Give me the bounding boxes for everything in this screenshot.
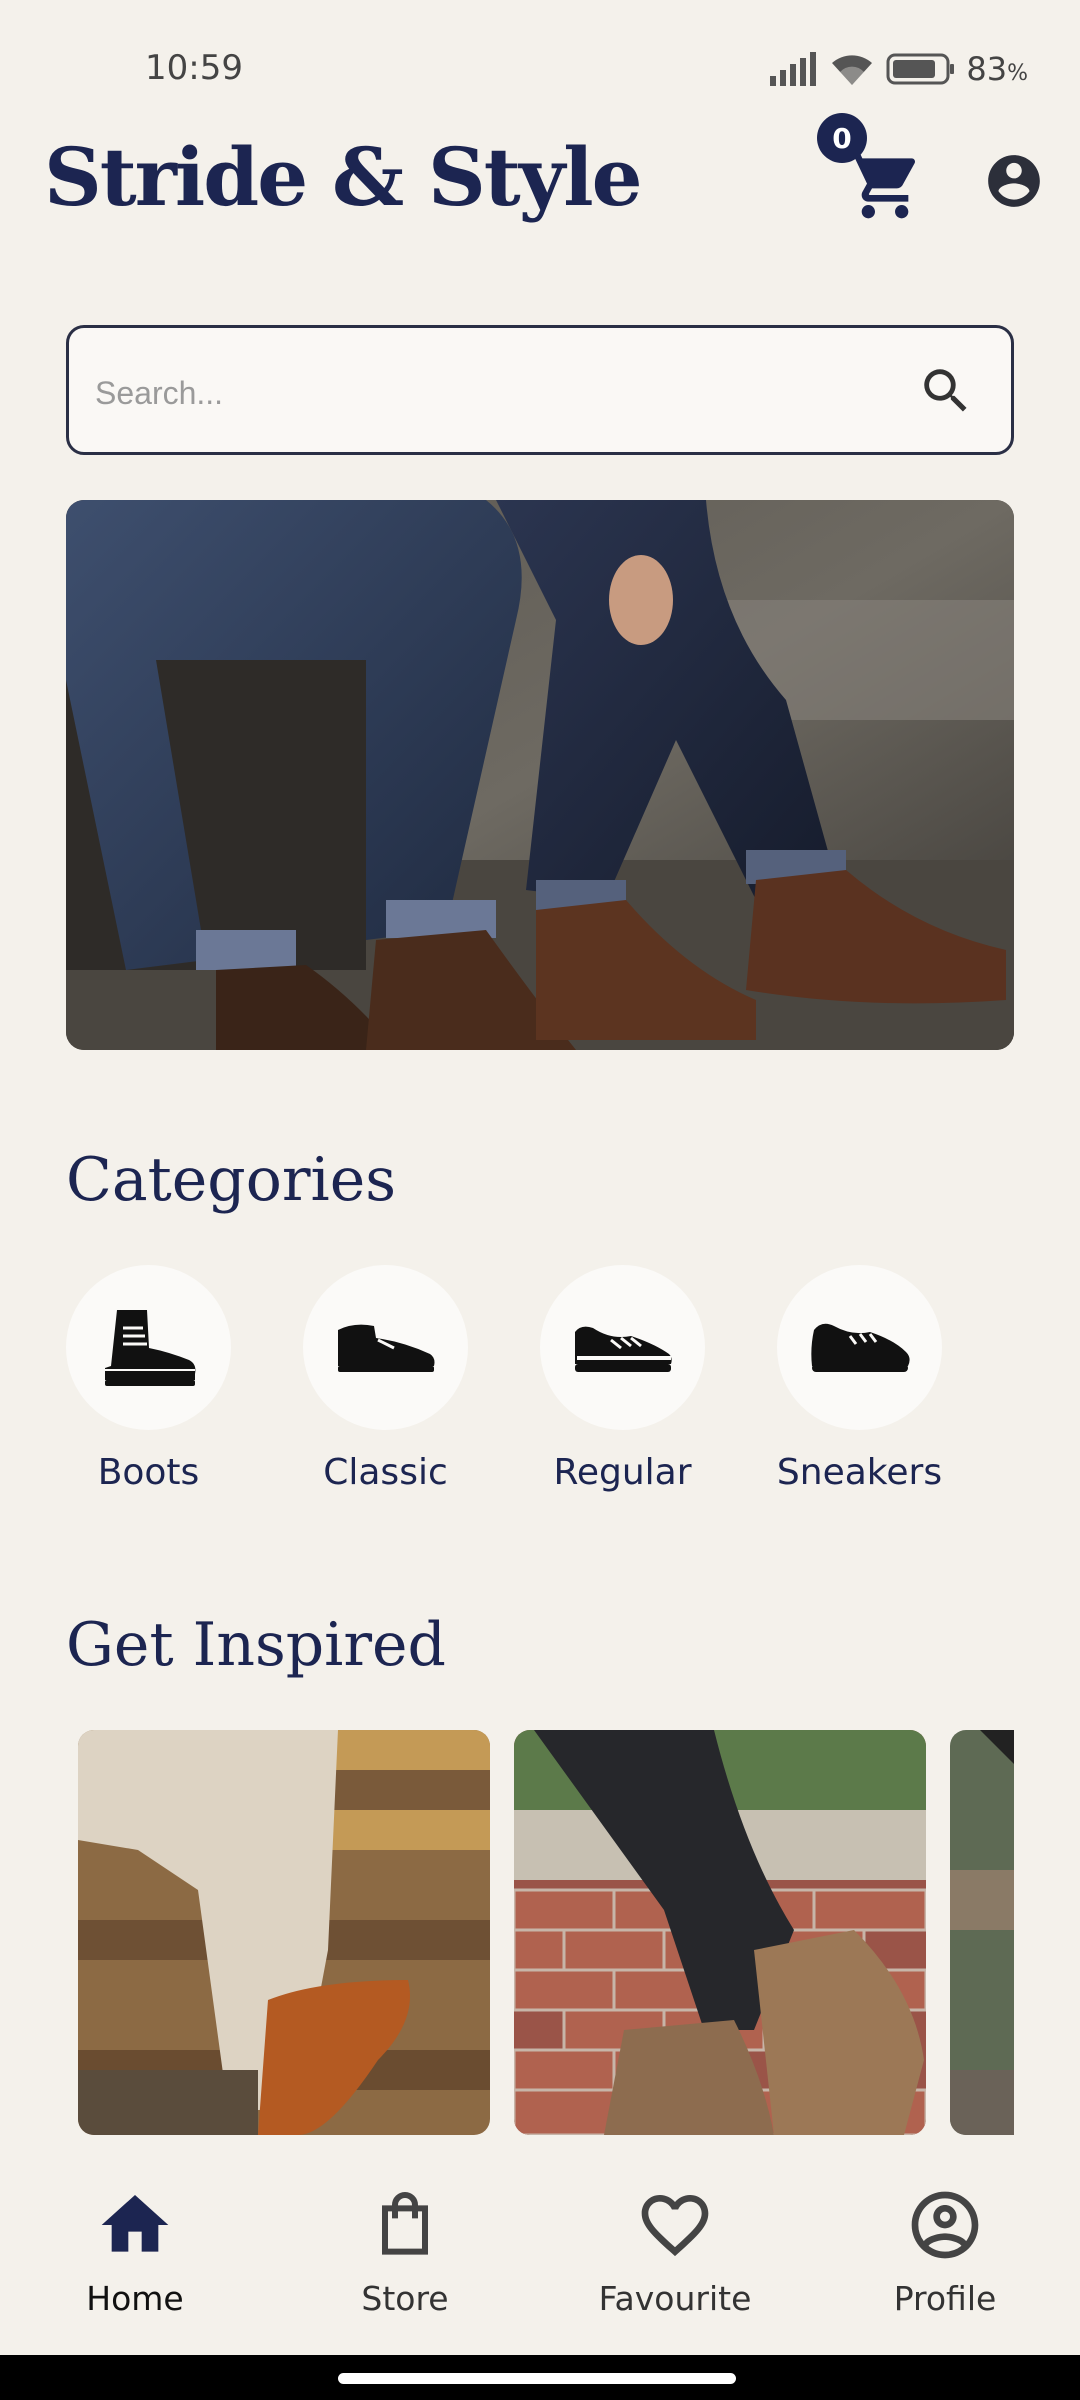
classic-shoe-icon — [337, 1324, 434, 1372]
nav-home[interactable]: Home — [35, 2185, 235, 2318]
category-icon-circle — [777, 1265, 942, 1430]
nav-label: Home — [86, 2279, 184, 2318]
category-icon-circle — [303, 1265, 468, 1430]
category-label: Sneakers — [776, 1452, 943, 1493]
nav-store[interactable]: Store — [305, 2185, 505, 2318]
app-title: Stride & Style — [44, 130, 643, 224]
status-time: 10:59 — [145, 48, 243, 88]
shopping-bag-icon — [382, 2192, 428, 2255]
signal-icon — [770, 52, 817, 86]
regular-shoe-icon — [574, 1326, 672, 1372]
heart-icon — [641, 2195, 709, 2257]
home-icon — [101, 2195, 169, 2252]
inspiration-card[interactable] — [950, 1730, 1014, 2135]
category-label: Boots — [97, 1452, 200, 1493]
status-bar: 10:59 83% — [0, 0, 1080, 140]
category-icon-circle — [66, 1265, 231, 1430]
status-icons: 83% — [768, 50, 1028, 88]
gesture-navigation-bar — [0, 2355, 1080, 2400]
category-regular[interactable]: Regular — [540, 1265, 705, 1493]
nav-label: Favourite — [598, 2279, 752, 2318]
nav-favourite[interactable]: Favourite — [575, 2185, 775, 2318]
search-input[interactable] — [95, 368, 875, 418]
nav-label: Profile — [893, 2279, 997, 2318]
category-boots[interactable]: Boots — [66, 1265, 231, 1493]
categories-title: Categories — [66, 1145, 396, 1215]
category-classic[interactable]: Classic — [303, 1265, 468, 1493]
wifi-icon — [832, 55, 873, 85]
account-circle-icon — [988, 155, 1040, 207]
sneaker-icon — [810, 1323, 910, 1372]
get-inspired-title: Get Inspired — [66, 1610, 446, 1680]
nav-profile[interactable]: Profile — [845, 2185, 1045, 2318]
home-gesture-handle[interactable] — [338, 2373, 736, 2384]
bottom-navigation: Home Store Favourite Profile — [0, 2135, 1080, 2355]
category-sneakers[interactable]: Sneakers — [777, 1265, 942, 1493]
boot-icon — [104, 1309, 195, 1386]
inspiration-card[interactable] — [78, 1730, 490, 2135]
hero-banner-image[interactable] — [66, 500, 1014, 1050]
account-circle-icon — [911, 2191, 979, 2259]
inspiration-card[interactable] — [514, 1730, 926, 2135]
category-label: Regular — [553, 1452, 692, 1493]
nav-label: Store — [361, 2279, 449, 2318]
category-icon-circle — [540, 1265, 705, 1430]
search-icon[interactable] — [917, 362, 975, 420]
profile-button[interactable] — [983, 150, 1045, 212]
cart-count-badge: 0 — [817, 113, 867, 163]
inspiration-carousel[interactable] — [66, 1730, 1014, 2135]
battery-percent: 83% — [966, 50, 1028, 88]
category-label: Classic — [323, 1452, 448, 1493]
battery-icon — [886, 53, 955, 85]
search-bar[interactable] — [66, 325, 1014, 455]
